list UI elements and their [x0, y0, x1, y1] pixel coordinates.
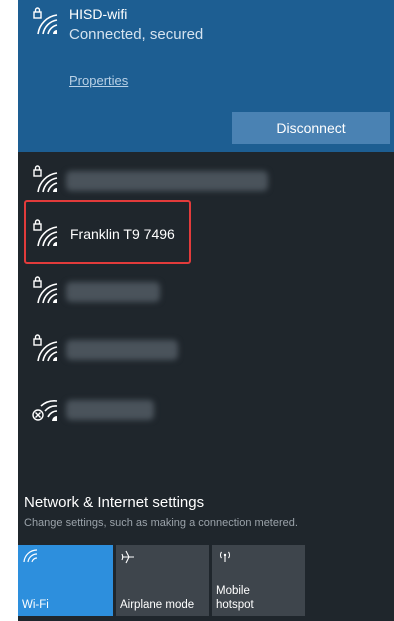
tile-label: Airplane mode	[120, 599, 195, 611]
wifi-secured-icon	[32, 218, 58, 248]
wifi-toggle-tile[interactable]: Wi-Fi	[18, 545, 113, 616]
tile-label: Wi-Fi	[22, 599, 49, 611]
tile-label-line1: Mobile	[216, 585, 250, 597]
network-item-3[interactable]	[18, 267, 394, 315]
redacted-network-name	[66, 400, 154, 420]
network-item-5[interactable]	[18, 385, 394, 433]
redacted-network-name	[66, 340, 178, 360]
network-settings-link[interactable]: Network & Internet settings	[24, 494, 204, 511]
disconnect-button[interactable]: Disconnect	[232, 112, 390, 144]
wifi-secured-icon	[32, 164, 58, 194]
connection-status: Connected, secured	[69, 26, 204, 43]
network-settings-description: Change settings, such as making a connec…	[24, 517, 298, 529]
connected-network-name: HISD-wifi	[69, 6, 128, 22]
network-name: Franklin T9 7496	[70, 226, 175, 242]
tile-label-line2: hotspot	[216, 599, 254, 611]
wifi-unavailable-icon	[32, 393, 58, 423]
wifi-secured-icon	[32, 275, 58, 305]
tile-label: Mobile hotspot	[216, 584, 254, 612]
mobile-hotspot-icon	[216, 549, 234, 566]
redacted-network-name	[66, 171, 268, 191]
airplane-mode-tile[interactable]: Airplane mode	[116, 545, 209, 616]
network-item-1[interactable]	[18, 156, 394, 204]
network-item-4[interactable]	[18, 325, 394, 373]
wifi-icon	[22, 549, 38, 566]
network-item-franklin[interactable]: Franklin T9 7496	[18, 210, 394, 258]
airplane-icon	[120, 549, 136, 568]
redacted-network-name	[66, 282, 160, 302]
wifi-secured-icon	[32, 6, 58, 36]
mobile-hotspot-tile[interactable]: Mobile hotspot	[212, 545, 305, 616]
properties-link[interactable]: Properties	[69, 73, 128, 88]
wifi-secured-icon	[32, 333, 58, 363]
network-flyout: HISD-wifi Connected, secured Properties …	[18, 0, 394, 621]
connected-network-panel[interactable]: HISD-wifi Connected, secured Properties …	[18, 0, 394, 152]
